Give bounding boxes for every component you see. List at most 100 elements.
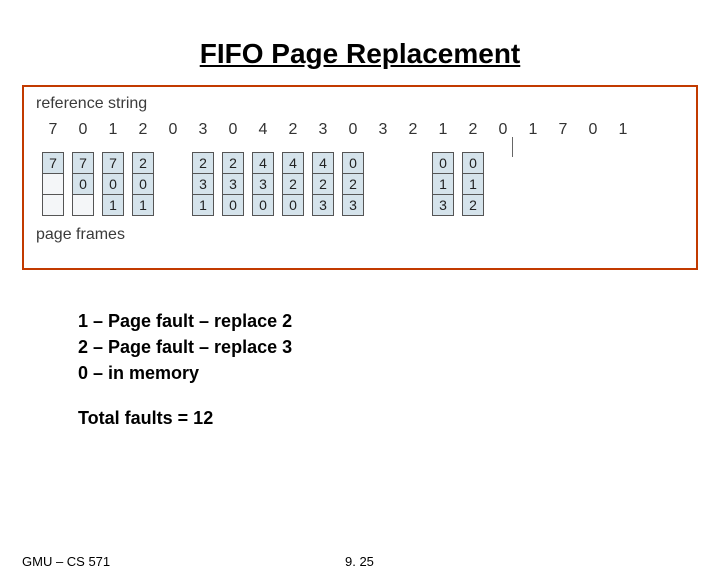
frame-column: 70	[68, 153, 98, 216]
reference-value: 0	[578, 121, 608, 139]
reference-value: 2	[398, 121, 428, 139]
frame-cell: 7	[102, 152, 124, 174]
frame-column	[158, 153, 188, 216]
frame-column: 023	[338, 153, 368, 216]
frame-column	[368, 153, 398, 216]
frame-cell: 0	[282, 194, 304, 216]
reference-value: 0	[338, 121, 368, 139]
frame-cell: 3	[312, 194, 334, 216]
frame-stack: 7	[42, 153, 64, 216]
reference-value: 0	[68, 121, 98, 139]
frame-column	[398, 153, 428, 216]
footer-slide-number: 9. 25	[345, 554, 374, 569]
note-line: 2 – Page fault – replace 3	[78, 334, 720, 360]
frame-cell: 2	[192, 152, 214, 174]
frame-column: 013	[428, 153, 458, 216]
frame-column: 012	[458, 153, 488, 216]
frame-cell: 1	[132, 194, 154, 216]
reference-value: 0	[488, 121, 518, 139]
frame-cell: 0	[432, 152, 454, 174]
frame-column	[488, 153, 518, 216]
frame-column	[608, 153, 638, 216]
frame-column: 231	[188, 153, 218, 216]
page-frames-label: page frames	[36, 226, 686, 244]
frame-cell: 2	[222, 152, 244, 174]
frame-cell: 3	[432, 194, 454, 216]
reference-value: 2	[458, 121, 488, 139]
reference-value: 1	[428, 121, 458, 139]
frame-column: 7	[38, 153, 68, 216]
reference-value: 1	[518, 121, 548, 139]
frame-stack: 012	[462, 153, 484, 216]
reference-value: 2	[278, 121, 308, 139]
frame-cell: 0	[102, 173, 124, 195]
frame-cell: 7	[72, 152, 94, 174]
note-line: 1 – Page fault – replace 2	[78, 308, 720, 334]
reference-value: 1	[98, 121, 128, 139]
frame-cell: 1	[192, 194, 214, 216]
frame-cell: 2	[132, 152, 154, 174]
frame-column: 701	[98, 153, 128, 216]
total-faults: Total faults = 12	[78, 408, 720, 429]
reference-value: 0	[158, 121, 188, 139]
frame-column: 423	[308, 153, 338, 216]
reference-value: 4	[248, 121, 278, 139]
frame-column	[548, 153, 578, 216]
frame-stack: 023	[342, 153, 364, 216]
frame-stack: 231	[192, 153, 214, 216]
frame-stack: 230	[222, 153, 244, 216]
slide-title: FIFO Page Replacement	[0, 38, 720, 70]
frame-cell: 4	[252, 152, 274, 174]
frame-stack: 423	[312, 153, 334, 216]
frame-stack: 430	[252, 153, 274, 216]
frame-cell: 3	[252, 173, 274, 195]
diagram-container: reference string 70120304230321201701 77…	[22, 85, 698, 270]
frame-column: 201	[128, 153, 158, 216]
frame-cell: 2	[312, 173, 334, 195]
frame-cell: 3	[222, 173, 244, 195]
frame-cell: 4	[312, 152, 334, 174]
reference-value: 7	[38, 121, 68, 139]
frame-cell: 4	[282, 152, 304, 174]
reference-value: 3	[368, 121, 398, 139]
frame-cell: 2	[342, 173, 364, 195]
footer-left: GMU – CS 571	[22, 554, 110, 569]
notes-block: 1 – Page fault – replace 22 – Page fault…	[78, 308, 720, 386]
reference-value: 0	[218, 121, 248, 139]
frame-cell: 3	[342, 194, 364, 216]
frame-cell: 2	[282, 173, 304, 195]
reference-value: 3	[188, 121, 218, 139]
frame-stack: 70	[72, 153, 94, 216]
note-line: 0 – in memory	[78, 360, 720, 386]
reference-value: 1	[608, 121, 638, 139]
frame-cell	[42, 194, 64, 216]
frame-cell: 0	[72, 173, 94, 195]
frame-stack: 420	[282, 153, 304, 216]
frame-stack: 201	[132, 153, 154, 216]
page-frames-area: 770701201231230430420423023013012	[38, 153, 686, 216]
divider-bar	[512, 137, 513, 157]
reference-value: 3	[308, 121, 338, 139]
frame-cell: 0	[342, 152, 364, 174]
frame-cell: 2	[462, 194, 484, 216]
frame-stack: 701	[102, 153, 124, 216]
frame-cell: 0	[252, 194, 274, 216]
reference-string-label: reference string	[36, 95, 686, 113]
frame-cell: 3	[192, 173, 214, 195]
frame-stack: 013	[432, 153, 454, 216]
frame-column	[578, 153, 608, 216]
reference-value: 2	[128, 121, 158, 139]
reference-value: 7	[548, 121, 578, 139]
frame-cell: 1	[462, 173, 484, 195]
frame-column: 420	[278, 153, 308, 216]
frame-column: 430	[248, 153, 278, 216]
frame-cell	[42, 173, 64, 195]
frame-column	[518, 153, 548, 216]
frame-cell: 0	[132, 173, 154, 195]
frame-cell: 1	[102, 194, 124, 216]
reference-string-row: 70120304230321201701	[38, 121, 686, 139]
frame-column: 230	[218, 153, 248, 216]
frame-cell: 0	[222, 194, 244, 216]
frame-cell: 7	[42, 152, 64, 174]
frame-cell: 0	[462, 152, 484, 174]
